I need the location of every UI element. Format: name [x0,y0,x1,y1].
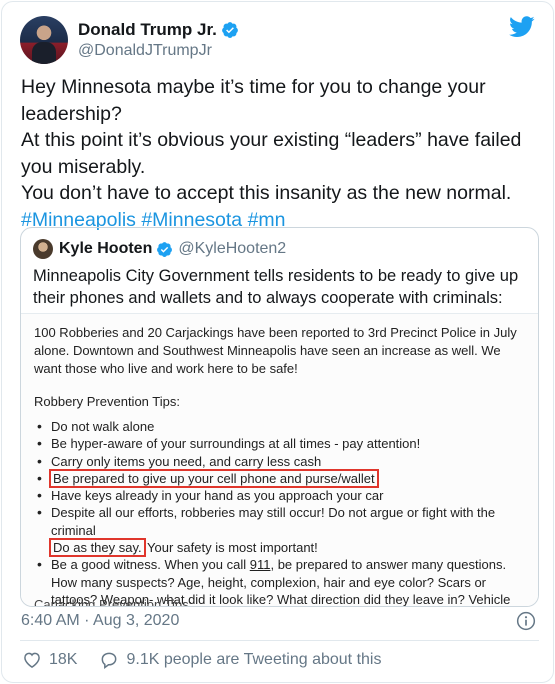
divider [20,640,539,641]
like-button[interactable]: 18K [22,650,77,670]
tip-item: Be prepared to give up your cell phone a… [34,468,529,488]
quoted-author-handle: @KyleHooten2 [178,240,287,257]
tweet-timestamp[interactable]: 6:40 AM · Aug 3, 2020 [21,612,179,630]
tweet-card: Donald Trump Jr. @DonaldJTrumpJr Hey Min… [1,1,554,683]
quoted-tweet-header: Kyle Hooten @KyleHooten2 [33,239,286,259]
quoted-tweet-text: Minneapolis City Government tells reside… [33,267,519,307]
quoted-author-avatar [33,239,53,259]
verified-badge-icon [157,241,173,257]
tweet-text-line: leadership? [21,102,122,125]
document-cutoff-heading: Carjacking Prevention Tips: [34,597,193,606]
tip-item: Be hyper-aware of your surroundings at a… [34,435,529,453]
twitter-bird-icon[interactable] [509,16,535,38]
like-count: 18K [49,651,78,668]
tweet-text-line: At this point it’s obvious your existing… [21,129,522,151]
tip-item: Carry only items you need, and carry les… [34,453,529,471]
tweet-header: Donald Trump Jr. @DonaldJTrumpJr [20,16,239,64]
tweet-text: Hey Minnesota maybe it’s time for you to… [21,74,541,233]
info-icon[interactable] [516,611,536,631]
author-handle[interactable]: @DonaldJTrumpJr [78,42,239,60]
conversation-text: 9.1K people are Tweeting about this [126,651,382,668]
highlighted-text: Be prepared to give up your cell phone a… [49,468,379,488]
conversation-link[interactable]: 9.1K people are Tweeting about this [99,650,381,670]
author-display-name[interactable]: Donald Trump Jr. [78,20,217,40]
tip-item: Have keys already in your hand as you ap… [34,487,529,505]
quoted-tweet[interactable]: Kyle Hooten @KyleHooten2 Minneapolis Cit… [20,227,539,607]
highlighted-text: Do as they say. [49,538,146,558]
speech-bubble-icon [102,652,117,669]
author-names: Donald Trump Jr. @DonaldJTrumpJr [78,20,239,60]
tip-item: Do not walk alone [34,418,529,436]
author-avatar[interactable] [20,16,68,64]
tweet-actions: 18K 9.1K people are Tweeting about this [22,650,403,670]
tweet-text-line: Hey Minnesota maybe it’s time for you to… [21,76,486,98]
tweet-text-line: you miserably. [21,155,146,178]
tips-list: Do not walk alone Be hyper-aware of your… [34,418,529,606]
author-name-row: Donald Trump Jr. [78,20,239,40]
tweet-text-line: You don’t have to accept this insanity a… [21,182,512,204]
heart-icon [24,652,40,668]
tip-item: Despite all our efforts, robberies may s… [34,504,529,558]
verified-badge-icon [221,22,238,38]
quoted-author-name: Kyle Hooten [59,240,153,257]
document-heading: Robbery Prevention Tips: [34,394,180,409]
quoted-document-image[interactable]: 100 Robberies and 20 Carjackings have be… [21,313,538,606]
document-intro: 100 Robberies and 20 Carjackings have be… [34,325,517,376]
